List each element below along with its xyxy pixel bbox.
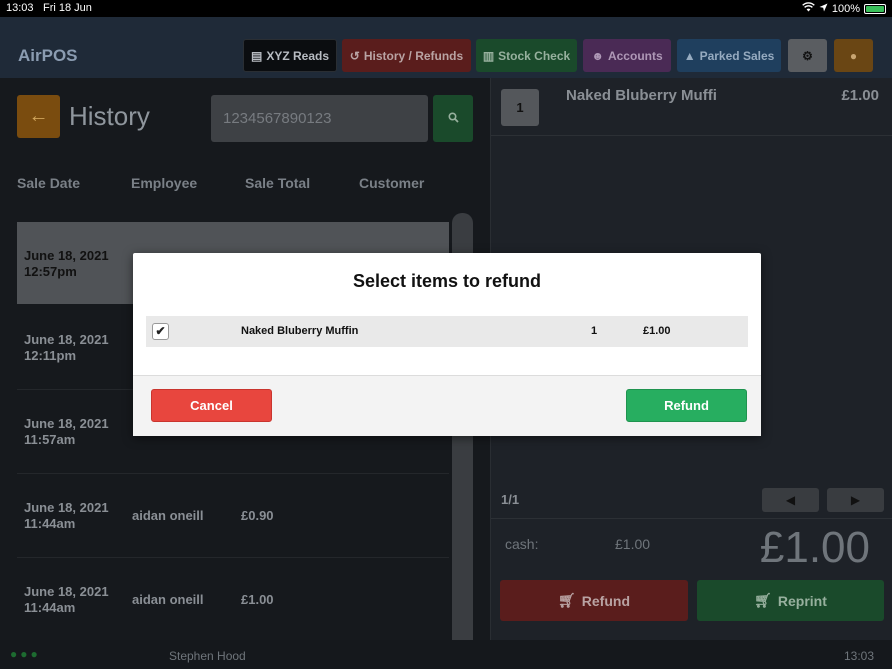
accounts-button[interactable]: ☻ Accounts <box>583 39 671 72</box>
cart-icon: 🛒︎ <box>754 592 772 608</box>
footer-bar: ●●● Stephen Hood 13:03 <box>0 640 892 669</box>
refund-item-name: Naked Bluberry Muffin <box>241 325 359 337</box>
sale-time: 11:57am <box>24 432 76 447</box>
refund-item-qty: 1 <box>591 325 598 337</box>
battery-percent: 100% <box>831 2 860 15</box>
users-icon: ☻ <box>591 48 604 63</box>
sale-time: 11:44am <box>24 600 76 615</box>
wifi-icon <box>802 2 815 15</box>
settings-button[interactable]: ⚙ <box>788 39 827 72</box>
dialog-footer: Cancel Refund <box>133 375 761 436</box>
chevron-right-icon: ▶ <box>850 493 861 507</box>
sale-time: 11:44am <box>24 516 76 531</box>
ios-status-bar: 13:03 Fri 18 Jun 100% <box>0 0 892 17</box>
refund-button[interactable]: 🛒︎ Refund <box>500 580 688 621</box>
cart-icon: 🛒︎ <box>558 592 576 608</box>
sale-time: 12:57pm <box>24 264 77 279</box>
sale-total: £0.90 <box>241 508 274 523</box>
chevron-left-icon: ◀ <box>785 493 796 507</box>
parked-sales-button[interactable]: ▲ Parked Sales <box>677 39 781 72</box>
gear-icon: ⚙ <box>802 48 813 63</box>
sale-time: 12:11pm <box>24 348 77 363</box>
search-icon <box>447 111 459 126</box>
report-icon: ▤ <box>250 48 263 63</box>
road-icon: ▲ <box>683 48 696 63</box>
sale-employee: aidan oneill <box>132 508 204 523</box>
search-input[interactable] <box>211 95 428 142</box>
user-button[interactable]: ● <box>834 39 873 72</box>
stock-check-button[interactable]: ▥ Stock Check <box>476 39 577 72</box>
divider <box>491 518 892 519</box>
logged-in-user: Stephen Hood <box>169 649 246 663</box>
history-refunds-label: History / Refunds <box>363 48 464 63</box>
dialog-title: Select items to refund <box>352 271 542 291</box>
search-button[interactable] <box>433 95 473 142</box>
sale-date: June 18, 2021 <box>24 248 109 263</box>
item-quantity: 1 <box>501 89 539 126</box>
prev-page-button[interactable]: ◀ <box>762 488 819 512</box>
reprint-label: Reprint <box>777 592 827 609</box>
history-refunds-button[interactable]: ↺ History / Refunds <box>342 39 471 72</box>
user-icon: ● <box>849 48 858 63</box>
xyz-reads-button[interactable]: ▤ XYZ Reads <box>243 39 337 72</box>
refund-item-row[interactable]: ✔ Naked Bluberry Muffin 1 £1.00 <box>146 316 748 347</box>
status-time: 13:03 <box>6 2 34 14</box>
next-page-button[interactable]: ▶ <box>827 488 884 512</box>
sale-employee: aidan oneill <box>132 592 204 607</box>
sale-date: June 18, 2021 <box>24 332 109 347</box>
item-checkbox[interactable]: ✔ <box>152 323 169 340</box>
parked-sales-label: Parked Sales <box>699 48 775 63</box>
sale-total: £1.00 <box>241 592 274 607</box>
item-name: Naked Bluberry Muffi <box>566 87 717 104</box>
payment-amount: £1.00 <box>615 536 651 552</box>
refund-label: Refund <box>581 592 630 609</box>
divider <box>491 135 892 136</box>
column-header-customer: Customer <box>359 175 425 191</box>
sale-date: June 18, 2021 <box>24 584 109 599</box>
cancel-button[interactable]: Cancel <box>151 389 272 422</box>
barcode-icon: ▥ <box>482 48 495 63</box>
location-icon <box>819 3 828 15</box>
accounts-label: Accounts <box>607 48 663 63</box>
top-nav-bar: AirPOS ▤ XYZ Reads ↺ History / Refunds ▥… <box>0 17 892 78</box>
page-title: History <box>69 101 150 131</box>
table-row[interactable]: June 18, 2021 11:44am aidan oneill £0.90 <box>17 474 449 556</box>
reprint-button[interactable]: 🛒︎ Reprint <box>697 580 884 621</box>
item-price: £1.00 <box>841 87 879 104</box>
history-icon: ↺ <box>349 48 360 63</box>
arrow-left-icon: ← <box>28 105 49 127</box>
stock-check-label: Stock Check <box>498 48 571 63</box>
payment-method-label: cash: <box>505 536 539 552</box>
footer-clock: 13:03 <box>843 649 874 663</box>
refund-item-price: £1.00 <box>643 325 671 337</box>
table-row[interactable]: June 18, 2021 11:44am aidan oneill £1.00 <box>17 558 449 640</box>
app-brand: AirPOS <box>18 46 78 65</box>
xyz-reads-label: XYZ Reads <box>266 48 330 63</box>
confirm-refund-button[interactable]: Refund <box>626 389 747 422</box>
status-indicators: 100% <box>802 2 886 15</box>
column-header-employee: Employee <box>131 175 198 191</box>
battery-icon <box>864 3 886 14</box>
column-header-sale-total: Sale Total <box>245 175 311 191</box>
page-indicator: 1/1 <box>501 492 520 507</box>
back-button[interactable]: ← <box>17 95 60 138</box>
connection-status-icon: ●●● <box>10 647 41 661</box>
refund-dialog: Select items to refund ✔ Naked Bluberry … <box>133 253 761 436</box>
sale-date: June 18, 2021 <box>24 500 109 515</box>
status-date: Fri 18 Jun <box>43 2 92 14</box>
sale-total-display: £1.00 <box>759 523 870 572</box>
sale-date: June 18, 2021 <box>24 416 109 431</box>
column-header-sale-date: Sale Date <box>17 175 81 191</box>
